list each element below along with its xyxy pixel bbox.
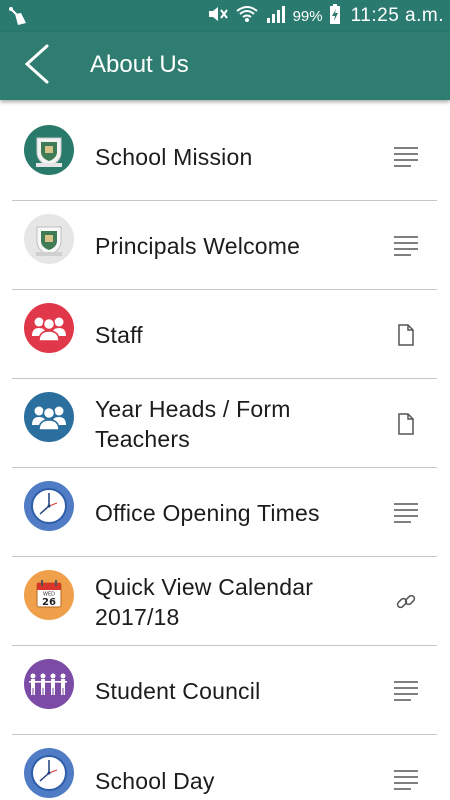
- group-people-icon: [24, 303, 74, 353]
- item-label: School Day: [95, 768, 215, 794]
- list-item-student-council[interactable]: Student Council: [12, 646, 437, 735]
- list-item-year-heads[interactable]: Year Heads / Form Teachers: [12, 379, 437, 468]
- list-item-staff[interactable]: Staff: [12, 290, 437, 379]
- back-button[interactable]: [14, 44, 58, 88]
- clock-icon: [24, 748, 74, 798]
- list-item-school-day[interactable]: School Day: [12, 735, 437, 800]
- item-label: Quick View Calendar 2017/18: [95, 573, 314, 630]
- chevron-left-icon: [21, 42, 51, 91]
- people-chain-icon: [24, 659, 74, 709]
- text-lines-icon: [393, 500, 419, 526]
- clock-time: 11:25 a.m.: [350, 5, 444, 26]
- item-label: Year Heads / Form Teachers: [95, 395, 291, 452]
- document-icon: [393, 322, 419, 348]
- school-crest-icon: [24, 125, 74, 175]
- item-label: Staff: [95, 321, 143, 348]
- item-label: Office Opening Times: [95, 499, 320, 526]
- list-item-quick-view-calendar[interactable]: WED 26 Quick View Calendar 2017/18: [12, 557, 437, 646]
- text-lines-icon: [393, 144, 419, 170]
- list-item-school-mission[interactable]: School Mission: [12, 112, 437, 201]
- list-item-office-opening-times[interactable]: Office Opening Times: [12, 468, 437, 557]
- app-bar: About Us: [0, 32, 450, 100]
- cleaner-notification-icon: [8, 6, 30, 31]
- text-lines-icon: [393, 767, 419, 793]
- link-icon: [393, 589, 419, 615]
- calendar-date: 26: [42, 597, 56, 608]
- text-lines-icon: [393, 678, 419, 704]
- text-lines-icon: [393, 233, 419, 259]
- status-bar: 99% 11:25 a.m.: [0, 0, 450, 32]
- list-item-principals-welcome[interactable]: Principals Welcome: [12, 201, 437, 290]
- clock-icon: [24, 481, 74, 531]
- battery-charging-icon: [329, 3, 341, 30]
- item-label: School Mission: [95, 143, 253, 170]
- document-icon: [393, 411, 419, 437]
- signal-icon: [265, 4, 287, 29]
- group-people-icon: [24, 392, 74, 442]
- calendar-icon: WED 26: [24, 570, 74, 620]
- school-crest-icon: [24, 214, 74, 264]
- wifi-icon: [235, 4, 259, 29]
- mute-icon: [207, 4, 229, 29]
- battery-percent: 99%: [292, 7, 323, 25]
- page-title: About Us: [90, 51, 189, 78]
- item-label: Principals Welcome: [95, 232, 301, 259]
- item-label: Student Council: [95, 677, 261, 704]
